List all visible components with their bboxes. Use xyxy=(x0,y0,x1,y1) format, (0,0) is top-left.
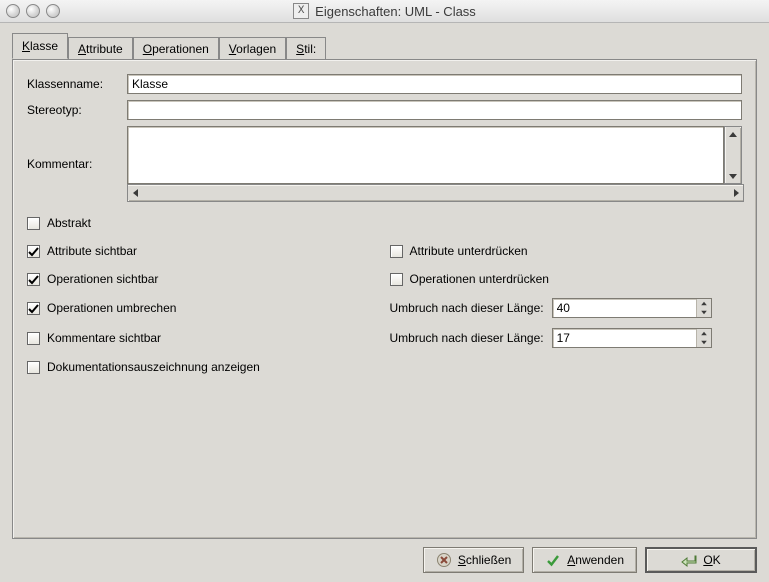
ok-button[interactable]: OK xyxy=(645,547,757,573)
tab-operationen[interactable]: Operationen xyxy=(133,37,219,60)
attrs-suppress-checkbox[interactable] xyxy=(390,245,403,258)
ops-suppress-row: Operationen unterdrücken xyxy=(390,270,743,288)
ops-wrap-label: Operationen umbrechen xyxy=(47,301,176,315)
arrow-down-icon xyxy=(701,341,707,345)
comment-vscrollbar[interactable] xyxy=(724,126,742,184)
comments-visible-label: Kommentare sichtbar xyxy=(47,331,161,345)
cmt-wrap-len-label: Umbruch nach dieser Länge: xyxy=(390,331,544,345)
window-controls xyxy=(6,4,106,18)
ok-back-icon xyxy=(681,552,697,568)
scroll-up-button[interactable] xyxy=(726,127,740,141)
button-label-rest: K xyxy=(713,553,721,567)
comment-label: Kommentar: xyxy=(27,157,127,171)
apply-check-icon xyxy=(545,552,561,568)
spinner-up-button[interactable] xyxy=(697,299,711,308)
abstract-checkbox[interactable] xyxy=(27,217,40,230)
vscroll-track[interactable] xyxy=(725,141,741,169)
tab-label: lasse xyxy=(30,39,58,53)
classname-label: Klassenname: xyxy=(27,77,127,91)
close-window-button[interactable] xyxy=(6,4,20,18)
arrow-up-icon xyxy=(701,332,707,336)
tab-label: ttribute xyxy=(86,42,123,56)
ops-wrap-len-input[interactable] xyxy=(553,299,696,317)
tab-stil[interactable]: Stil: xyxy=(286,37,326,60)
x11-icon: X xyxy=(293,3,309,19)
tab-label: til: xyxy=(304,42,316,56)
attrs-visible-checkbox[interactable] xyxy=(27,245,40,258)
ops-suppress-label: Operationen unterdrücken xyxy=(410,272,549,286)
ops-wrap-len-label: Umbruch nach dieser Länge: xyxy=(390,301,544,315)
doc-markup-row: Dokumentationsauszeichnung anzeigen xyxy=(27,358,742,376)
comments-visible-row: Kommentare sichtbar xyxy=(27,328,380,348)
scroll-left-button[interactable] xyxy=(128,186,142,200)
scroll-down-button[interactable] xyxy=(726,169,740,183)
window-title: Eigenschaften: UML - Class xyxy=(315,4,476,19)
tab-attribute[interactable]: Attribute xyxy=(68,37,133,60)
arrow-left-icon xyxy=(133,189,138,197)
stereotype-input[interactable] xyxy=(127,100,742,120)
tab-label: perationen xyxy=(152,42,209,56)
spinner-up-button[interactable] xyxy=(697,329,711,338)
button-label-rest: nwenden xyxy=(575,553,624,567)
cmt-wrap-len-input[interactable] xyxy=(553,329,696,347)
button-label-rest: chließen xyxy=(466,553,511,567)
comments-visible-checkbox[interactable] xyxy=(27,332,40,345)
comment-hscrollbar[interactable] xyxy=(127,184,744,202)
ops-visible-checkbox[interactable] xyxy=(27,273,40,286)
attrs-suppress-row: Attribute unterdrücken xyxy=(390,242,743,260)
ops-visible-label: Operationen sichtbar xyxy=(47,272,158,286)
tab-klasse[interactable]: Klasse xyxy=(12,33,68,59)
scroll-right-button[interactable] xyxy=(729,186,743,200)
minimize-window-button[interactable] xyxy=(26,4,40,18)
cmt-wrap-len-spinner[interactable] xyxy=(552,328,712,348)
ops-suppress-checkbox[interactable] xyxy=(390,273,403,286)
doc-markup-label: Dokumentationsauszeichnung anzeigen xyxy=(47,360,260,374)
apply-button[interactable]: Anwenden xyxy=(532,547,637,573)
ops-visible-row: Operationen sichtbar xyxy=(27,270,380,288)
ops-wrap-row: Operationen umbrechen xyxy=(27,298,380,318)
zoom-window-button[interactable] xyxy=(46,4,60,18)
attrs-visible-label: Attribute sichtbar xyxy=(47,244,137,258)
hscroll-track[interactable] xyxy=(142,185,729,201)
arrow-down-icon xyxy=(729,174,737,179)
comment-textarea[interactable] xyxy=(127,126,724,184)
titlebar: X Eigenschaften: UML - Class xyxy=(0,0,769,23)
abstract-label: Abstrakt xyxy=(47,216,91,230)
close-x-icon xyxy=(436,552,452,568)
arrow-up-icon xyxy=(729,132,737,137)
attrs-suppress-label: Attribute unterdrücken xyxy=(410,244,528,258)
tab-vorlagen[interactable]: Vorlagen xyxy=(219,37,286,60)
stereotype-label: Stereotyp: xyxy=(27,103,127,117)
spinner-down-button[interactable] xyxy=(697,338,711,347)
tab-panel-klasse: Klassenname: Stereotyp: Kommentar: xyxy=(12,59,757,539)
window-body: Klasse Attribute Operationen Vorlagen St… xyxy=(0,23,769,582)
close-button[interactable]: Schließen xyxy=(423,547,524,573)
classname-input[interactable] xyxy=(127,74,742,94)
attrs-visible-row: Attribute sichtbar xyxy=(27,242,380,260)
arrow-up-icon xyxy=(701,302,707,306)
abstract-row: Abstrakt xyxy=(27,214,742,232)
ops-wrap-checkbox[interactable] xyxy=(27,302,40,315)
arrow-right-icon xyxy=(734,189,739,197)
tab-label: orlagen xyxy=(236,42,276,56)
doc-markup-checkbox[interactable] xyxy=(27,361,40,374)
spinner-down-button[interactable] xyxy=(697,308,711,317)
arrow-down-icon xyxy=(701,311,707,315)
button-bar: Schließen Anwenden OK xyxy=(12,547,757,573)
ops-wrap-len-spinner[interactable] xyxy=(552,298,712,318)
tabstrip: Klasse Attribute Operationen Vorlagen St… xyxy=(12,35,757,59)
